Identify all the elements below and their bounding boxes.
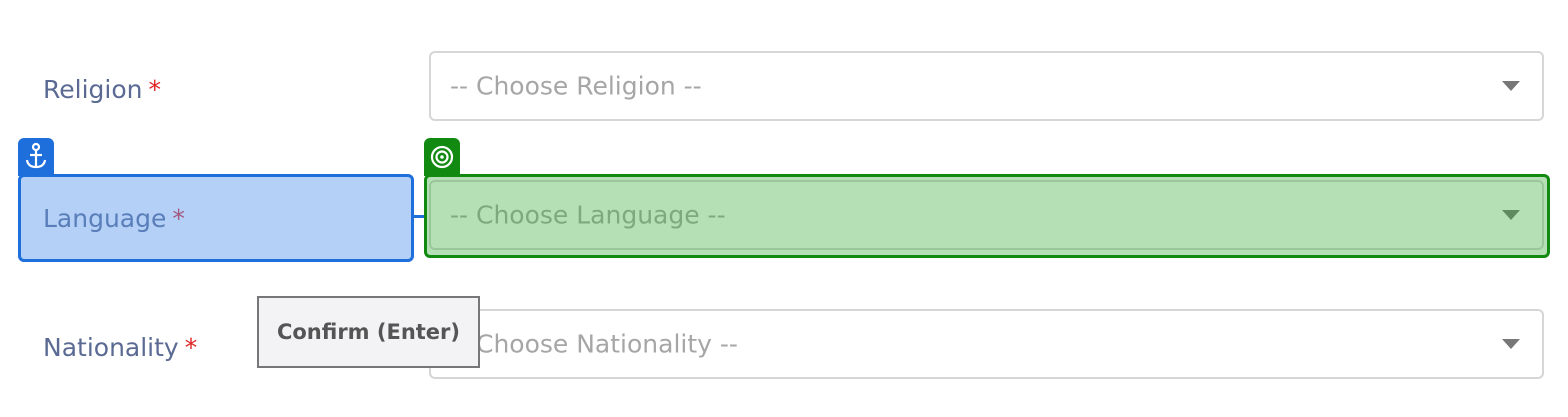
nationality-label: Nationality * [43,335,197,360]
religion-label: Religion * [43,77,161,102]
anchor-icon [25,142,47,169]
target-icon [430,145,454,169]
nationality-select-placeholder: -- Choose Nationality -- [450,329,738,359]
chevron-down-icon [1502,81,1520,91]
religion-label-text: Religion [43,75,143,104]
confirm-button[interactable]: Confirm (Enter) [257,296,480,368]
nationality-select[interactable]: -- Choose Nationality -- [429,309,1544,379]
religion-select-placeholder: -- Choose Religion -- [450,71,702,101]
target-badge [424,138,460,176]
chevron-down-icon [1502,339,1520,349]
religion-select[interactable]: -- Choose Religion -- [429,51,1544,121]
anchor-highlight [18,174,414,262]
anchor-badge [18,138,54,176]
required-asterisk: * [148,75,161,104]
nationality-label-text: Nationality [43,333,179,362]
required-asterisk: * [184,333,198,362]
target-highlight [424,174,1550,258]
form-area: Religion * -- Choose Religion -- Language… [0,0,1568,417]
